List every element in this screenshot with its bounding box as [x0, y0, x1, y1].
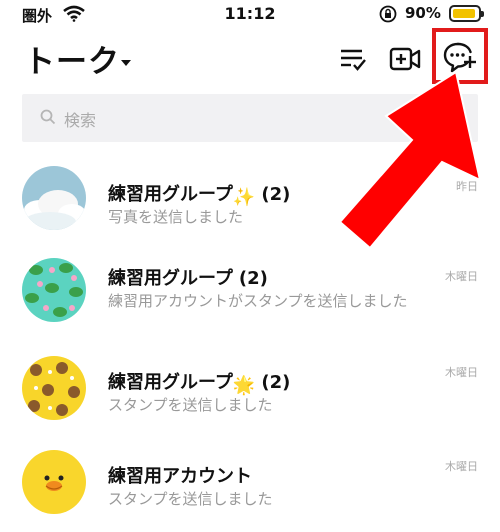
avatar	[22, 356, 86, 420]
battery-fill	[453, 9, 475, 18]
chat-date: 木曜日	[445, 460, 478, 473]
chat-date: 昨日	[456, 180, 478, 193]
chat-name-text: 練習用グループ	[108, 268, 233, 289]
chat-name: 練習用グループ✨ (2)	[108, 180, 290, 208]
chat-date: 木曜日	[445, 270, 478, 283]
chat-name-text: 練習用アカウント	[108, 466, 252, 487]
avatar	[22, 258, 86, 322]
last-message: 写真を送信しました	[108, 208, 244, 226]
star-icon: 🌟	[232, 375, 256, 396]
chat-name-text: 練習用グループ	[108, 372, 233, 393]
search-icon	[40, 109, 56, 129]
last-message: 練習用アカウントがスタンプを送信しました	[108, 292, 408, 310]
member-count: (2)	[261, 372, 291, 393]
chat-name: 練習用グループ (2)	[108, 264, 268, 290]
chat-name-text: 練習用グループ	[108, 184, 233, 205]
battery-percent: 90%	[405, 4, 441, 22]
sparkle-icon: ✨	[232, 187, 256, 208]
member-count: (2)	[261, 184, 291, 205]
page-title[interactable]: トーク	[24, 36, 120, 81]
last-message: スタンプを送信しました	[108, 490, 273, 508]
search-input[interactable]: 検索	[64, 107, 96, 131]
status-bar: 圏外 11:12 90%	[0, 0, 500, 30]
avatar	[22, 450, 86, 514]
avatar	[22, 166, 86, 230]
rotation-lock-icon	[379, 5, 397, 27]
member-count: (2)	[238, 268, 268, 289]
chat-date: 木曜日	[445, 366, 478, 379]
chat-name: 練習用グループ🌟 (2)	[108, 368, 290, 396]
caret-down-icon[interactable]	[120, 52, 132, 71]
last-message: スタンプを送信しました	[108, 396, 273, 414]
battery-tip	[481, 11, 484, 17]
chat-name: 練習用アカウント	[108, 462, 252, 488]
battery-icon	[449, 5, 484, 22]
